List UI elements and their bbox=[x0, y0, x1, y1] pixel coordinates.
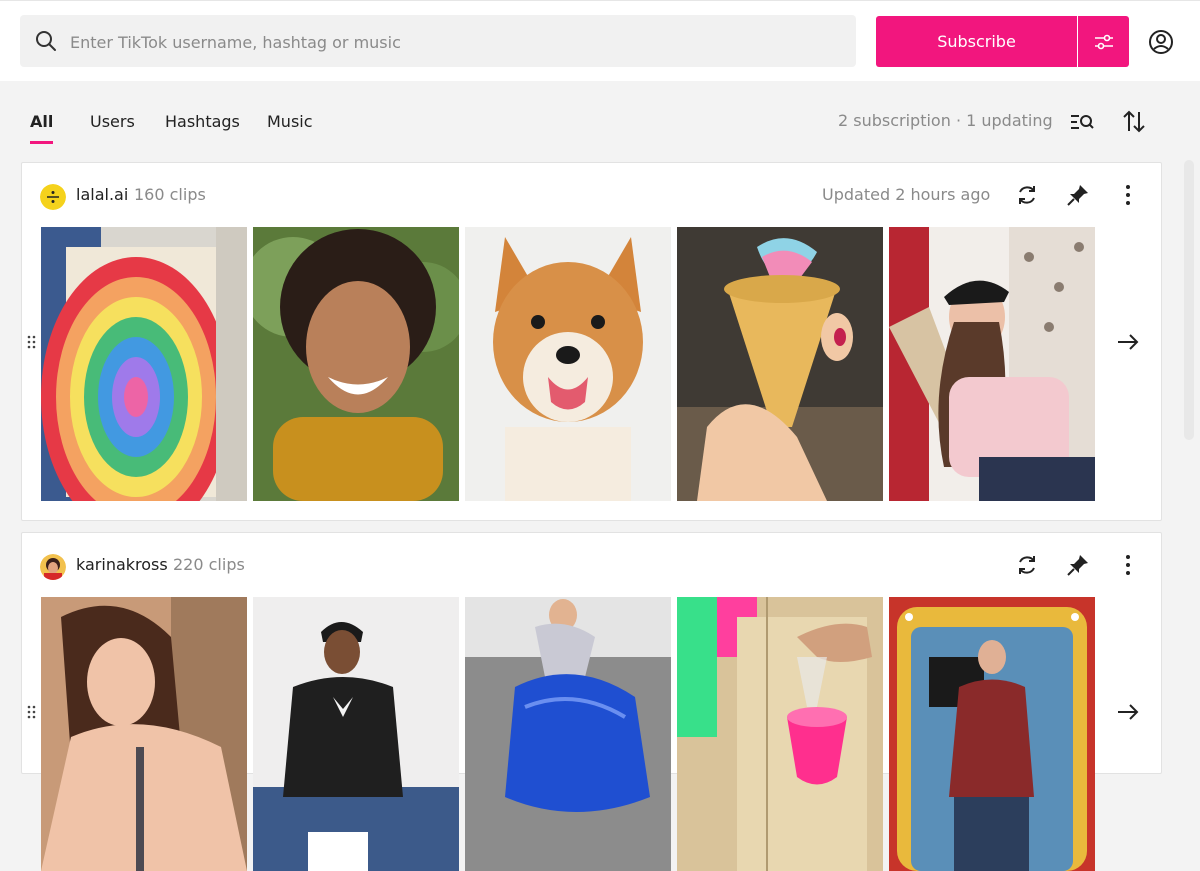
top-bar: Subscribe bbox=[0, 0, 1200, 81]
clip-count: 160 clips bbox=[134, 185, 206, 204]
scrollbar[interactable] bbox=[1184, 160, 1194, 440]
subscription-name[interactable]: lalal.ai bbox=[76, 185, 128, 204]
refresh-icon[interactable] bbox=[1014, 182, 1040, 208]
user-circle-icon[interactable] bbox=[1148, 29, 1174, 55]
video-thumbnail[interactable] bbox=[889, 227, 1095, 501]
video-thumbnail[interactable] bbox=[677, 597, 883, 871]
updated-time: Updated 2 hours ago bbox=[822, 185, 991, 204]
subscribe-button[interactable]: Subscribe bbox=[876, 16, 1077, 67]
video-thumbnail[interactable] bbox=[465, 227, 671, 501]
video-thumbnail[interactable] bbox=[889, 597, 1095, 871]
search-icon bbox=[36, 31, 56, 51]
refresh-icon[interactable] bbox=[1014, 552, 1040, 578]
arrow-right-icon[interactable] bbox=[1115, 699, 1141, 725]
tab-all[interactable]: All bbox=[30, 106, 54, 146]
pin-icon[interactable] bbox=[1065, 552, 1091, 578]
video-thumbnail[interactable] bbox=[41, 227, 247, 501]
tab-hashtags[interactable]: Hashtags bbox=[165, 106, 240, 146]
video-thumbnail[interactable] bbox=[253, 597, 459, 871]
video-thumbnail[interactable] bbox=[677, 227, 883, 501]
subscription-summary: 2 subscription · 1 updating bbox=[838, 111, 1053, 130]
avatar bbox=[40, 184, 66, 210]
more-vertical-icon[interactable] bbox=[1115, 182, 1141, 208]
more-vertical-icon[interactable] bbox=[1115, 552, 1141, 578]
video-thumbnail[interactable] bbox=[465, 597, 671, 871]
video-thumbnail[interactable] bbox=[253, 227, 459, 501]
drag-handle-icon[interactable] bbox=[27, 334, 37, 350]
arrow-right-icon[interactable] bbox=[1115, 329, 1141, 355]
filter-button[interactable] bbox=[1078, 16, 1129, 67]
video-thumbnail[interactable] bbox=[41, 597, 247, 871]
subscription-card: lalal.ai 160 clips Updated 2 hours ago bbox=[21, 162, 1162, 521]
pin-icon[interactable] bbox=[1065, 182, 1091, 208]
list-search-icon[interactable] bbox=[1068, 108, 1096, 136]
subscription-card: karinakross 220 clips bbox=[21, 532, 1162, 871]
avatar bbox=[40, 554, 66, 580]
sliders-icon bbox=[1094, 34, 1113, 49]
sort-arrows-icon[interactable] bbox=[1120, 108, 1148, 136]
search-input[interactable] bbox=[68, 15, 842, 69]
search-bar[interactable] bbox=[20, 15, 856, 69]
tab-music[interactable]: Music bbox=[267, 106, 313, 146]
clip-count: 220 clips bbox=[173, 555, 245, 574]
subscription-name[interactable]: karinakross bbox=[76, 555, 168, 574]
tab-users[interactable]: Users bbox=[90, 106, 135, 146]
drag-handle-icon[interactable] bbox=[27, 704, 37, 720]
